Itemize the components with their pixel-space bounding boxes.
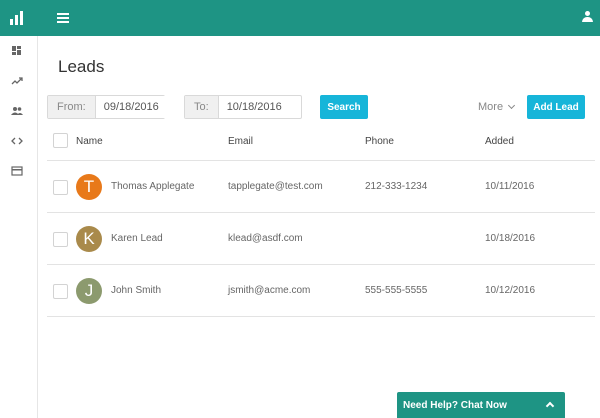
table-header: Name Email Phone Added — [47, 128, 595, 161]
search-button[interactable]: Search — [320, 95, 368, 119]
lead-email: tapplegate@test.com — [228, 181, 323, 192]
select-all-checkbox[interactable] — [53, 133, 68, 148]
header-name[interactable]: Name — [76, 136, 103, 147]
lead-added: 10/18/2016 — [485, 233, 536, 244]
sidebar — [0, 36, 38, 418]
chevron-up-icon[interactable] — [545, 401, 555, 411]
lead-phone: 212-333-1234 — [365, 181, 428, 192]
card-icon[interactable] — [11, 166, 23, 176]
chat-label: Need Help? Chat Now — [403, 399, 507, 411]
chevron-down-icon — [508, 101, 516, 110]
lead-added: 10/11/2016 — [485, 181, 535, 192]
avatar: T — [76, 174, 102, 200]
table-row[interactable]: K Karen Lead klead@asdf.com 10/18/2016 — [47, 213, 595, 265]
from-date-input[interactable]: 09/18/2016 — [95, 96, 167, 118]
lead-phone: 555-555-5555 — [365, 285, 428, 296]
people-icon[interactable] — [11, 106, 23, 116]
row-checkbox[interactable] — [53, 232, 68, 247]
from-date-group: From: 09/18/2016 — [47, 95, 167, 119]
dashboard-icon[interactable] — [11, 46, 23, 56]
leads-table: Name Email Phone Added T Thomas Applegat… — [47, 128, 595, 317]
from-label: From: — [48, 96, 96, 118]
user-account-icon[interactable] — [582, 11, 593, 23]
header-phone[interactable]: Phone — [365, 136, 394, 147]
to-date-input[interactable]: 10/18/2016 — [218, 96, 290, 118]
avatar: K — [76, 226, 102, 252]
page-title: Leads — [58, 57, 105, 76]
to-label: To: — [185, 96, 219, 118]
more-dropdown[interactable]: More — [478, 101, 516, 113]
code-icon[interactable] — [11, 136, 23, 146]
add-lead-button[interactable]: Add Lead — [527, 95, 585, 119]
table-row[interactable]: J John Smith jsmith@acme.com 555-555-555… — [47, 265, 595, 317]
row-checkbox[interactable] — [53, 284, 68, 299]
bar-chart-logo-icon[interactable] — [10, 9, 26, 25]
trending-icon[interactable] — [11, 76, 23, 86]
more-label: More — [478, 101, 504, 113]
top-bar — [0, 0, 600, 36]
avatar: J — [76, 278, 102, 304]
main-content: Leads From: 09/18/2016 To: 10/18/2016 Se… — [39, 36, 600, 418]
lead-email: jsmith@acme.com — [228, 285, 311, 296]
lead-email: klead@asdf.com — [228, 233, 303, 244]
table-row[interactable]: T Thomas Applegate tapplegate@test.com 2… — [47, 161, 595, 213]
chat-widget[interactable]: Need Help? Chat Now — [397, 392, 565, 418]
hamburger-menu-icon[interactable] — [57, 13, 69, 23]
row-checkbox[interactable] — [53, 180, 68, 195]
lead-name[interactable]: John Smith — [111, 285, 161, 296]
header-added[interactable]: Added — [485, 136, 514, 147]
lead-added: 10/12/2016 — [485, 285, 536, 296]
header-email[interactable]: Email — [228, 136, 253, 147]
to-date-group: To: 10/18/2016 — [184, 95, 302, 119]
lead-name[interactable]: Karen Lead — [111, 233, 163, 244]
lead-name[interactable]: Thomas Applegate — [111, 181, 194, 192]
